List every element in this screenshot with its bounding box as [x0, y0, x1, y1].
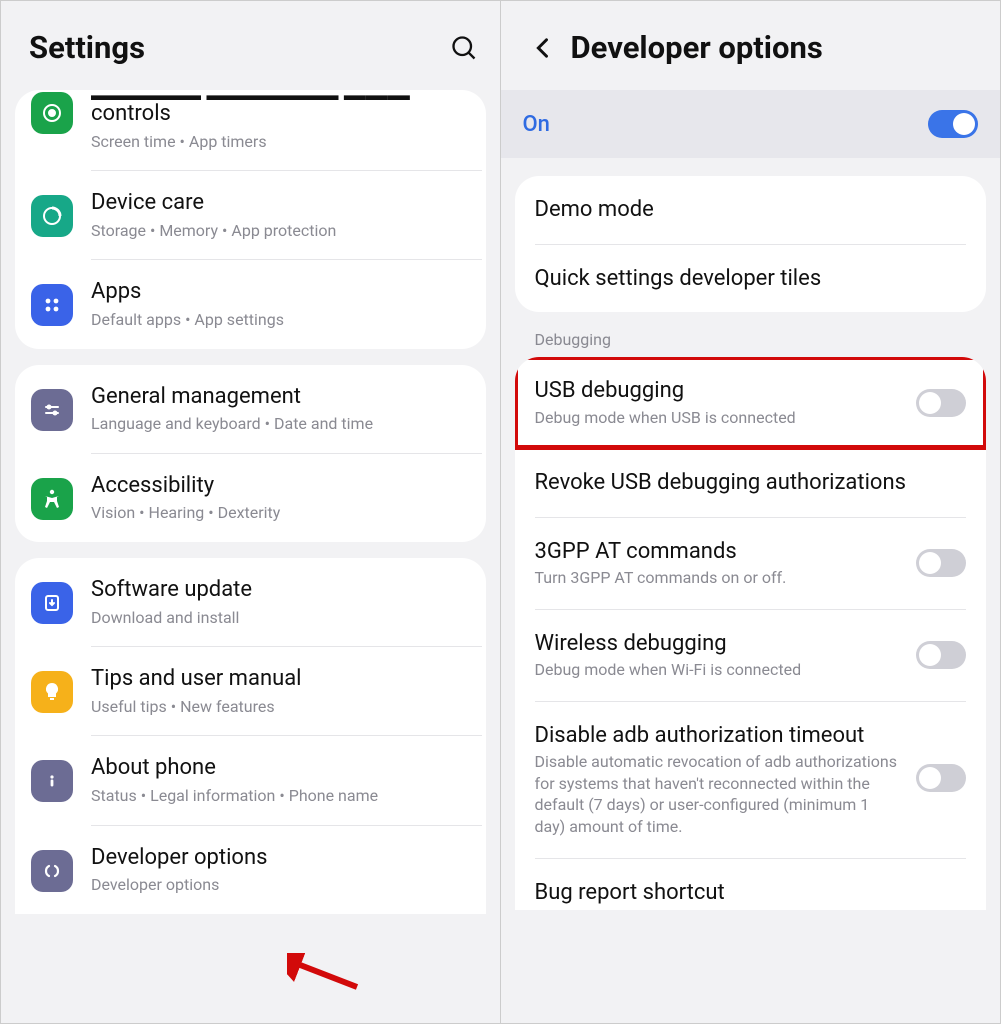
item-body: About phone Status • Legal information •… — [91, 754, 474, 806]
settings-item-apps[interactable]: Apps Default apps • App settings — [15, 260, 486, 348]
settings-item-sub: Status • Legal information • Phone name — [91, 785, 474, 807]
developer-header: Developer options — [501, 1, 1001, 90]
general-icon — [31, 389, 73, 431]
settings-pane: Settings ▬▬▬▬▬ ▬▬▬▬▬▬ ▬▬▬ ▬▬▬▬▬▬ control… — [1, 1, 501, 1023]
item-body: Developer options Developer options — [91, 844, 474, 896]
page-title: Developer options — [571, 29, 979, 66]
dev-item-quick-tiles[interactable]: Quick settings developer tiles — [515, 245, 987, 313]
settings-item-title: controls — [91, 100, 474, 129]
master-toggle-row[interactable]: On — [501, 90, 1001, 158]
search-icon[interactable] — [450, 34, 478, 62]
dev-item-3gpp[interactable]: 3GPP AT commands Turn 3GPP AT commands o… — [515, 518, 987, 609]
section-label-debugging: Debugging — [501, 312, 1001, 357]
item-body: Software update Download and install — [91, 576, 474, 628]
dev-item-title: Bug report shortcut — [535, 879, 967, 907]
settings-item-general[interactable]: General management Language and keyboard… — [15, 365, 486, 453]
settings-item-title: About phone — [91, 754, 474, 783]
settings-item-title: Accessibility — [91, 472, 474, 501]
dev-item-sub: Turn 3GPP AT commands on or off. — [535, 567, 903, 589]
settings-item-about[interactable]: About phone Status • Legal information •… — [15, 736, 486, 824]
device-care-icon — [31, 195, 73, 237]
item-body: ▬▬▬▬▬ ▬▬▬▬▬▬ ▬▬▬ ▬▬▬▬▬▬ controls Screen … — [91, 90, 474, 152]
page-title: Settings — [29, 29, 436, 66]
apps-icon — [31, 284, 73, 326]
dev-item-title: 3GPP AT commands — [535, 538, 903, 566]
adb-timeout-switch[interactable] — [916, 764, 966, 792]
settings-item-sub: Useful tips • New features — [91, 696, 474, 718]
dev-item-sub: Debug mode when USB is connected — [535, 407, 903, 429]
back-icon[interactable] — [529, 34, 557, 62]
settings-item-sub: Download and install — [91, 607, 474, 629]
settings-item-title: Software update — [91, 576, 474, 605]
settings-item-developer[interactable]: Developer options Developer options — [15, 826, 486, 914]
settings-item-wellbeing[interactable]: ▬▬▬▬▬ ▬▬▬▬▬▬ ▬▬▬ ▬▬▬▬▬▬ controls Screen … — [15, 90, 486, 170]
settings-item-title: ▬▬▬▬▬ ▬▬▬▬▬▬ ▬▬▬ ▬▬▬▬▬▬ — [91, 90, 474, 100]
dev-item-demo-mode[interactable]: Demo mode — [515, 176, 987, 244]
item-body: Apps Default apps • App settings — [91, 278, 474, 330]
usb-debugging-switch[interactable] — [916, 389, 966, 417]
settings-item-title: Developer options — [91, 844, 474, 873]
accessibility-icon — [31, 478, 73, 520]
dev-item-title: Revoke USB debugging authorizations — [535, 469, 967, 497]
wellbeing-icon — [31, 92, 73, 134]
developer-icon — [31, 850, 73, 892]
settings-item-accessibility[interactable]: Accessibility Vision • Hearing • Dexteri… — [15, 454, 486, 542]
dev-item-title: Wireless debugging — [535, 630, 903, 658]
3gpp-switch[interactable] — [916, 549, 966, 577]
settings-item-title: Device care — [91, 189, 474, 218]
settings-item-sub: Storage • Memory • App protection — [91, 220, 474, 242]
settings-item-device-care[interactable]: Device care Storage • Memory • App prote… — [15, 171, 486, 259]
settings-item-sub: Vision • Hearing • Dexterity — [91, 502, 474, 524]
settings-item-title: Tips and user manual — [91, 665, 474, 694]
annotation-arrow-icon — [287, 953, 367, 1001]
dev-item-sub: Debug mode when Wi-Fi is connected — [535, 659, 903, 681]
dev-item-usb-debugging[interactable]: USB debugging Debug mode when USB is con… — [515, 357, 987, 448]
dev-item-revoke-auth[interactable]: Revoke USB debugging authorizations — [515, 449, 987, 517]
settings-item-sub: Language and keyboard • Date and time — [91, 413, 474, 435]
master-toggle-switch[interactable] — [928, 110, 978, 138]
settings-item-sub: Developer options — [91, 874, 474, 896]
settings-group: ▬▬▬▬▬ ▬▬▬▬▬▬ ▬▬▬ ▬▬▬▬▬▬ controls Screen … — [15, 90, 486, 349]
update-icon — [31, 582, 73, 624]
item-body: Accessibility Vision • Hearing • Dexteri… — [91, 472, 474, 524]
developer-options-pane: Developer options On Demo mode Quick set… — [501, 1, 1001, 1023]
wireless-debugging-switch[interactable] — [916, 641, 966, 669]
settings-item-sub: Default apps • App settings — [91, 309, 474, 331]
settings-item-title: General management — [91, 383, 474, 412]
item-body: Tips and user manual Useful tips • New f… — [91, 665, 474, 717]
dev-item-title: Demo mode — [535, 196, 967, 224]
settings-group: General management Language and keyboard… — [15, 365, 486, 542]
about-icon — [31, 760, 73, 802]
tips-icon — [31, 671, 73, 713]
dev-card: Demo mode Quick settings developer tiles — [515, 176, 987, 312]
dev-item-title: Disable adb authorization timeout — [535, 722, 903, 750]
settings-item-update[interactable]: Software update Download and install — [15, 558, 486, 646]
settings-item-sub: Screen time • App timers — [91, 131, 474, 153]
settings-group: Software update Download and install Tip… — [15, 558, 486, 914]
dev-item-bug-report[interactable]: Bug report shortcut — [515, 859, 987, 911]
master-toggle-label: On — [523, 112, 929, 137]
dev-card-debugging: USB debugging Debug mode when USB is con… — [515, 357, 987, 910]
settings-item-tips[interactable]: Tips and user manual Useful tips • New f… — [15, 647, 486, 735]
dev-item-sub: Disable automatic revocation of adb auth… — [535, 751, 903, 837]
item-body: Device care Storage • Memory • App prote… — [91, 189, 474, 241]
dev-item-wireless-debugging[interactable]: Wireless debugging Debug mode when Wi-Fi… — [515, 610, 987, 701]
item-body: General management Language and keyboard… — [91, 383, 474, 435]
settings-item-title: Apps — [91, 278, 474, 307]
dev-item-title: Quick settings developer tiles — [535, 265, 967, 293]
dev-item-title: USB debugging — [535, 377, 903, 405]
settings-header: Settings — [1, 1, 500, 90]
dev-item-adb-timeout[interactable]: Disable adb authorization timeout Disabl… — [515, 702, 987, 858]
